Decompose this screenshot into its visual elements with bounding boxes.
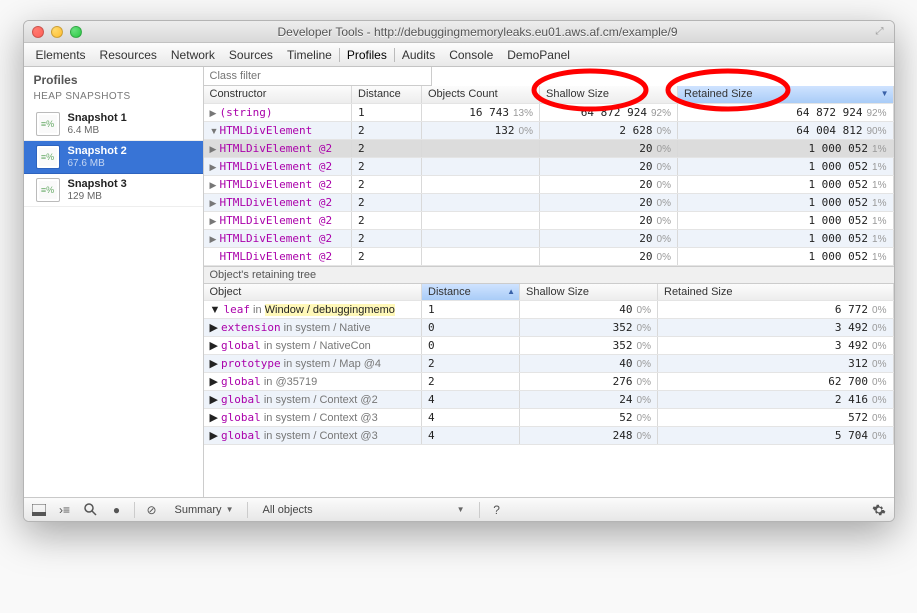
snapshot-item-2[interactable]: ≡% Snapshot 267.6 MB	[24, 141, 203, 174]
snapshot-icon: ≡%	[36, 112, 60, 136]
retcol-distance[interactable]: Distance▲	[422, 284, 520, 301]
table-row[interactable]: ▶ global in system / Context @34520%5720…	[204, 409, 894, 427]
tab-audits[interactable]: Audits	[401, 47, 435, 63]
close-icon[interactable]	[32, 26, 44, 38]
table-row[interactable]: ▶ global in system / Context @342480%5 7…	[204, 427, 894, 445]
class-filter-input[interactable]	[204, 67, 432, 86]
tab-console[interactable]: Console	[449, 47, 493, 63]
table-row[interactable]: ▶HTMLDivElement @22200%1 000 0521%	[204, 211, 894, 229]
snapshot-item-3[interactable]: ≡% Snapshot 3129 MB	[24, 174, 203, 207]
console-icon[interactable]: ›≡	[56, 501, 74, 519]
retaining-tree-table: Object Distance▲ Shallow Size Retained S…	[204, 284, 894, 446]
sidebar-title: Profiles	[24, 67, 203, 91]
table-row[interactable]: ▶HTMLDivElement @22200%1 000 0521%	[204, 139, 894, 157]
table-row[interactable]: ▼HTMLDivElement21320%2 6280%64 004 81290…	[204, 121, 894, 139]
table-row[interactable]: ▶HTMLDivElement @22200%1 000 0521%	[204, 193, 894, 211]
retcol-retained[interactable]: Retained Size	[658, 284, 894, 301]
snapshot-name: Snapshot 2	[68, 145, 127, 157]
col-shallow-size[interactable]: Shallow Size	[540, 86, 678, 103]
snapshot-size: 6.4 MB	[68, 125, 100, 136]
snapshot-size: 67.6 MB	[68, 158, 105, 169]
snapshot-icon: ≡%	[36, 145, 60, 169]
help-button[interactable]: ?	[488, 501, 506, 519]
tab-timeline[interactable]: Timeline	[287, 47, 332, 63]
devtools-window: Developer Tools - http://debuggingmemory…	[23, 20, 895, 522]
snapshot-name: Snapshot 3	[68, 178, 127, 190]
table-row[interactable]: ▶(string)116 74313%64 872 92492%64 872 9…	[204, 103, 894, 121]
tab-resources[interactable]: Resources	[100, 47, 157, 63]
dock-icon[interactable]	[30, 501, 48, 519]
table-row[interactable]: ▼ leaf in Window / debuggingmemo1400%6 7…	[204, 301, 894, 319]
sidebar: Profiles HEAP SNAPSHOTS ≡% Snapshot 16.4…	[24, 67, 204, 497]
table-row[interactable]: ▶ global in @3571922760%62 7000%	[204, 373, 894, 391]
window-title: Developer Tools - http://debuggingmemory…	[82, 25, 874, 39]
retcol-shallow[interactable]: Shallow Size	[520, 284, 658, 301]
minimize-icon[interactable]	[51, 26, 63, 38]
clear-icon[interactable]: ⊘	[143, 501, 161, 519]
sidebar-section: HEAP SNAPSHOTS	[24, 91, 203, 108]
table-row[interactable]: ▶HTMLDivElement @22200%1 000 0521%	[204, 175, 894, 193]
view-select[interactable]: Summary▼	[169, 504, 240, 516]
table-row[interactable]: ▶HTMLDivElement @22200%1 000 0521%	[204, 157, 894, 175]
tab-sources[interactable]: Sources	[229, 47, 273, 63]
tab-demopanel[interactable]: DemoPanel	[507, 47, 570, 63]
retcol-object[interactable]: Object	[204, 284, 422, 301]
expand-icon[interactable]: ⤢	[874, 26, 886, 38]
table-row[interactable]: ▶ global in system / Context @24240%2 41…	[204, 391, 894, 409]
col-constructor[interactable]: Constructor	[204, 86, 352, 103]
sort-asc-icon: ▲	[507, 287, 515, 296]
snapshot-name: Snapshot 1	[68, 112, 127, 124]
tab-profiles[interactable]: Profiles	[346, 47, 387, 63]
table-row[interactable]: HTMLDivElement @22200%1 000 0521%	[204, 247, 894, 265]
sort-desc-icon: ▼	[881, 89, 889, 98]
constructors-table: Constructor Distance Objects Count Shall…	[204, 86, 894, 266]
snapshot-icon: ≡%	[36, 178, 60, 202]
table-row[interactable]: ▶ global in system / NativeCon03520%3 49…	[204, 337, 894, 355]
col-objects-count[interactable]: Objects Count	[422, 86, 540, 103]
panel-tabs: Elements Resources Network Sources Timel…	[24, 43, 894, 67]
col-retained-size[interactable]: Retained Size▼	[678, 86, 894, 103]
search-icon[interactable]	[82, 501, 100, 519]
retaining-tree-label: Object's retaining tree	[204, 266, 894, 284]
filter-select[interactable]: All objects▼	[256, 504, 470, 516]
col-distance[interactable]: Distance	[352, 86, 422, 103]
zoom-icon[interactable]	[70, 26, 82, 38]
table-row[interactable]: ▶HTMLDivElement @22200%1 000 0521%	[204, 229, 894, 247]
snapshot-item-1[interactable]: ≡% Snapshot 16.4 MB	[24, 108, 203, 141]
tab-elements[interactable]: Elements	[36, 47, 86, 63]
status-bar: ›≡ ● ⊘ Summary▼ All objects▼ ?	[24, 497, 894, 521]
tab-network[interactable]: Network	[171, 47, 215, 63]
table-row[interactable]: ▶ prototype in system / Map @42400%3120%	[204, 355, 894, 373]
settings-icon[interactable]	[870, 501, 888, 519]
titlebar: Developer Tools - http://debuggingmemory…	[24, 21, 894, 43]
table-row[interactable]: ▶ extension in system / Native03520%3 49…	[204, 319, 894, 337]
record-icon[interactable]: ●	[108, 501, 126, 519]
snapshot-size: 129 MB	[68, 191, 102, 202]
